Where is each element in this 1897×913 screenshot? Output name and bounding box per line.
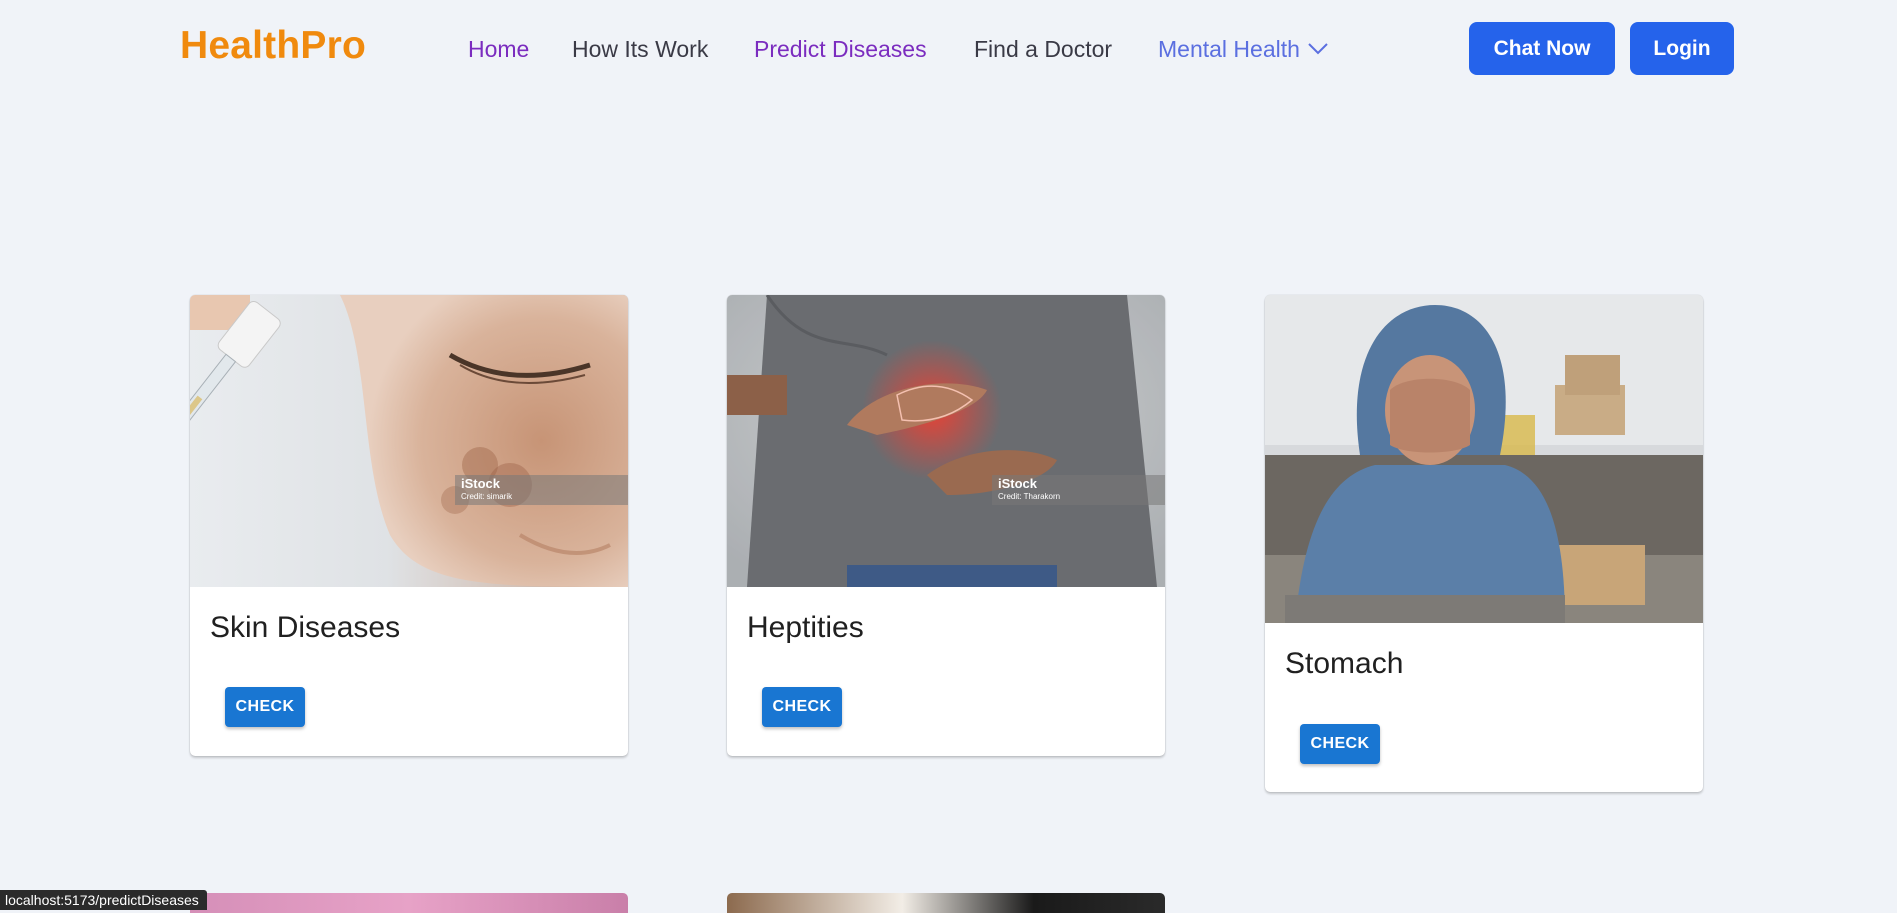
- check-button[interactable]: CHECK: [762, 687, 842, 727]
- logo[interactable]: HealthPro: [180, 24, 366, 68]
- login-button[interactable]: Login: [1630, 22, 1734, 75]
- chevron-down-icon: [1308, 43, 1328, 55]
- istock-credit: Credit: simarik: [461, 492, 513, 501]
- card-title: Stomach: [1285, 647, 1404, 680]
- istock-watermark: iStock: [998, 476, 1038, 491]
- check-button[interactable]: CHECK: [225, 687, 305, 727]
- nav-how-its-work[interactable]: How Its Work: [572, 34, 708, 64]
- disease-card-hepatitis: iStock Credit: Tharakorn Heptities CHECK: [727, 295, 1165, 756]
- card-title: Heptities: [747, 611, 864, 644]
- skin-disease-image: iStock Credit: simarik: [190, 295, 628, 587]
- status-bar-url: localhost:5173/predictDiseases: [0, 890, 207, 910]
- chat-now-button[interactable]: Chat Now: [1469, 22, 1615, 75]
- nav-home[interactable]: Home: [468, 34, 529, 64]
- nav-mental-health-label: Mental Health: [1158, 36, 1300, 62]
- nav-mental-health-dropdown[interactable]: Mental Health: [1158, 34, 1328, 64]
- disease-card-partial: [190, 893, 628, 913]
- card-title: Skin Diseases: [210, 611, 401, 644]
- check-button[interactable]: CHECK: [1300, 724, 1380, 764]
- nav-find-a-doctor[interactable]: Find a Doctor: [974, 34, 1112, 64]
- disease-card-partial: [727, 893, 1165, 913]
- disease-card-skin: iStock Credit: simarik Skin Diseases CHE…: [190, 295, 628, 756]
- istock-credit: Credit: Tharakorn: [998, 492, 1061, 501]
- istock-watermark: iStock: [461, 476, 501, 491]
- stomach-image: [1265, 295, 1703, 623]
- nav-predict-diseases[interactable]: Predict Diseases: [754, 34, 927, 64]
- disease-card-stomach: Stomach CHECK: [1265, 295, 1703, 792]
- hepatitis-image: iStock Credit: Tharakorn: [727, 295, 1165, 587]
